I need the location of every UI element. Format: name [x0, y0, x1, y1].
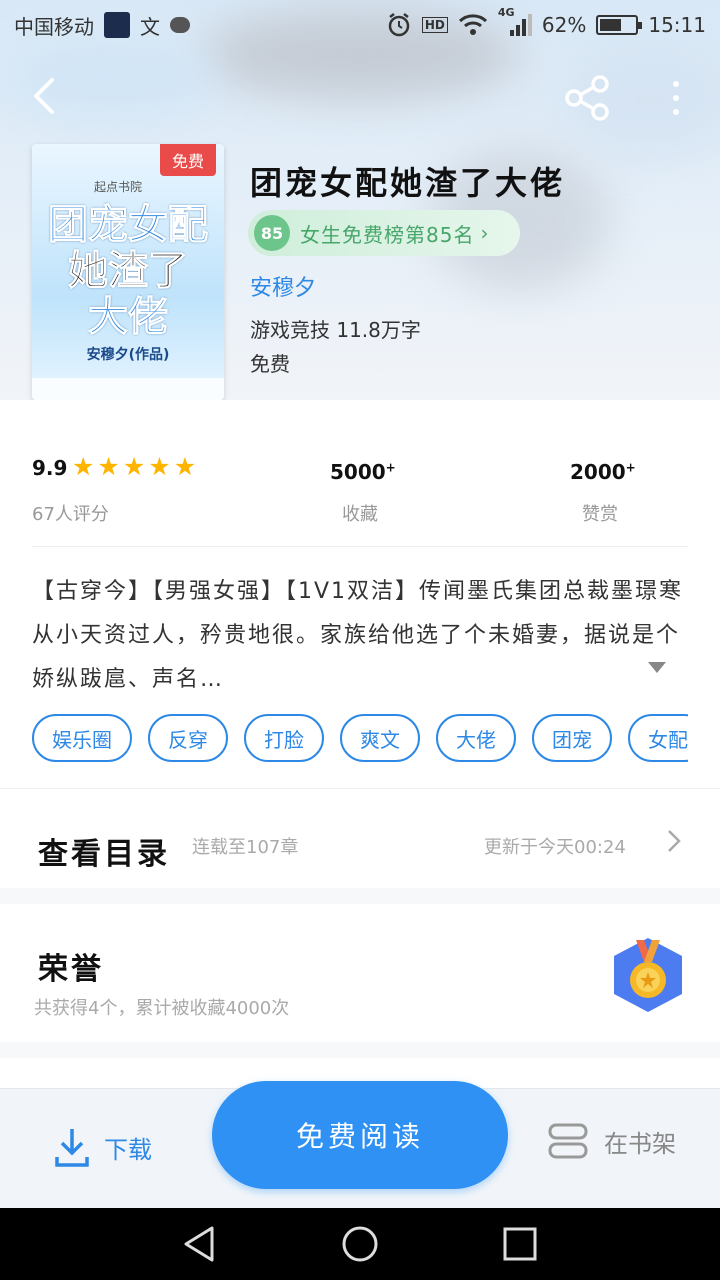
download-label: 下载	[104, 1135, 152, 1164]
battery-icon	[596, 15, 643, 35]
tag-chip[interactable]: 爽文	[340, 714, 420, 762]
rating-score: 9.9	[32, 456, 68, 480]
book-cover[interactable]: 免费 起点书院 团宠女配 她渣了 大佬 安穆夕(作品)	[32, 144, 224, 400]
honor-title: 荣誉	[38, 952, 104, 987]
battery-percent: 62%	[541, 13, 587, 37]
wifi-icon	[458, 14, 487, 35]
author-link[interactable]: 安穆夕	[250, 270, 316, 302]
rank-badge[interactable]: 85 女生免费榜第85名 ›	[248, 210, 520, 256]
toc-update-time: 更新于今天00:24	[484, 837, 626, 858]
tag-list: 娱乐圈 反穿 打脸 爽文 大佬 团宠 女配	[32, 714, 688, 764]
favorites-count: 5000+	[330, 460, 396, 484]
book-detail-panel: 9.9 ★ ★ ★ ★ ★ 67人评分 5000+ 收藏 2000+ 赞赏 【古穿今】【…	[0, 400, 720, 888]
rating-count-label: 67人评分	[32, 504, 109, 525]
more-options-icon[interactable]	[656, 76, 696, 120]
rank-number: 85	[254, 215, 290, 251]
toc-chapter-count: 连载至107章	[192, 837, 299, 858]
favorites-label: 收藏	[342, 504, 378, 525]
star-icon: ★	[122, 452, 146, 481]
honor-section[interactable]: 荣誉 共获得4个，累计被收藏4000次	[0, 904, 720, 1042]
nav-home-icon[interactable]	[340, 1224, 380, 1264]
signal-icon: 4G	[498, 6, 532, 38]
tag-chip[interactable]: 大佬	[436, 714, 516, 762]
chevron-right-icon: ›	[480, 221, 489, 245]
clock: 15:11	[648, 13, 706, 37]
book-price: 免费	[250, 352, 290, 376]
star-icon: ★	[148, 452, 171, 481]
likes-count: 2000+	[570, 460, 636, 484]
message-icon	[170, 17, 190, 33]
tag-chip[interactable]: 反穿	[148, 714, 228, 762]
bottom-action-bar: 下载 免费阅读 在书架	[0, 1081, 720, 1208]
download-button[interactable]: 下载	[54, 1119, 152, 1175]
stats-row: 9.9 ★ ★ ★ ★ ★ 67人评分 5000+ 收藏 2000+ 赞赏	[0, 440, 720, 530]
tag-chip[interactable]: 团宠	[532, 714, 612, 762]
likes-label: 赞赏	[582, 504, 618, 525]
on-bookshelf-button[interactable]: 在书架	[548, 1123, 676, 1159]
alarm-icon	[388, 13, 410, 37]
cover-author: 安穆夕(作品)	[86, 347, 170, 363]
book-category-wordcount: 游戏竞技 11.8万字	[250, 318, 421, 342]
rank-text: 女生免费榜第85名	[300, 222, 475, 247]
cover-publisher-logo: 起点书院	[94, 180, 143, 194]
share-icon[interactable]	[562, 72, 614, 124]
honor-description: 共获得4个，累计被收藏4000次	[34, 998, 290, 1019]
download-icon	[55, 1129, 89, 1167]
back-icon[interactable]	[22, 72, 70, 120]
status-bar: 中国移动 文 HD 4G 62% 15:11	[0, 0, 720, 50]
book-header: 中国移动 文 HD 4G 62% 15:11 免费 起点书院 团宠女配 她渣了 …	[0, 0, 720, 400]
tag-chip[interactable]: 娱乐圈	[32, 714, 132, 762]
translate-icon: 文	[140, 14, 160, 39]
star-icon: ★	[173, 452, 197, 481]
medal-icon	[614, 938, 682, 1012]
hd-icon: HD	[421, 17, 448, 33]
rating-stars: ★ ★ ★ ★ ★	[72, 454, 196, 480]
system-navigation-bar	[0, 1208, 720, 1280]
star-icon: ★	[72, 452, 95, 481]
star-icon: ★	[97, 452, 120, 481]
bookshelf-icon	[548, 1123, 588, 1159]
table-of-contents-row[interactable]: 查看目录 连载至107章 更新于今天00:24	[0, 788, 720, 886]
tag-chip[interactable]: 打脸	[244, 714, 324, 762]
app-notification-icon	[104, 12, 130, 38]
on-bookshelf-label: 在书架	[604, 1129, 676, 1158]
chevron-right-icon	[668, 830, 681, 852]
carrier-name: 中国移动	[14, 14, 94, 39]
cover-free-badge: 免费	[160, 144, 216, 176]
cover-title: 团宠女配 她渣了 大佬	[48, 202, 209, 341]
synopsis-text[interactable]: 【古穿今】【男强女强】【1V1双洁】传闻墨氏集团总裁墨璟寒从小天资过人，矜贵地很…	[32, 570, 688, 702]
nav-recents-icon[interactable]	[502, 1224, 538, 1264]
expand-synopsis-icon[interactable]	[648, 662, 666, 673]
free-read-button[interactable]: 免费阅读	[212, 1081, 508, 1189]
tag-chip[interactable]: 女配	[628, 714, 688, 762]
nav-back-icon[interactable]	[180, 1224, 220, 1264]
toc-title: 查看目录	[38, 837, 170, 872]
book-title: 团宠女配她渣了大佬	[250, 164, 566, 202]
